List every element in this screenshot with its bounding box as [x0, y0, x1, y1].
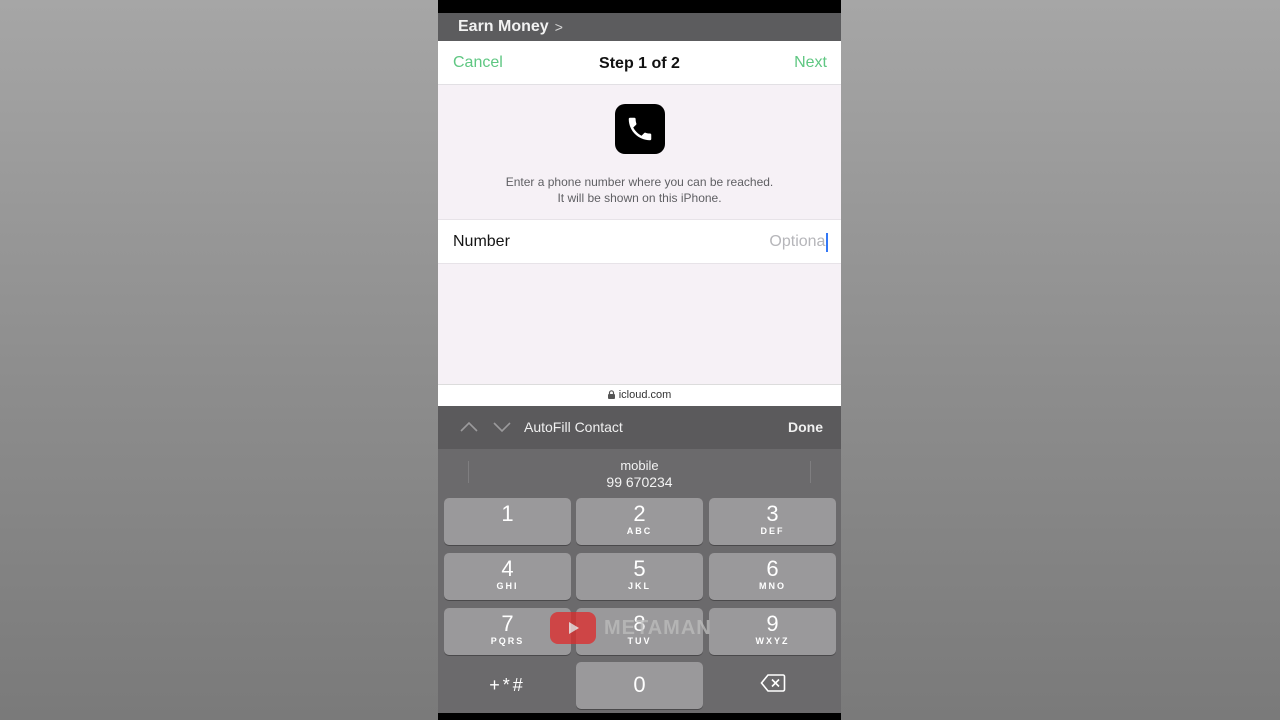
- key-letters: PQRS: [490, 636, 525, 646]
- key-digit: 4: [501, 556, 514, 581]
- key-digit: 6: [766, 556, 779, 581]
- number-input[interactable]: [689, 232, 829, 252]
- key-digit: 9: [766, 611, 779, 636]
- key-digit: 3: [766, 501, 779, 526]
- key-digit: 7: [501, 611, 514, 636]
- key-3[interactable]: 3 DEF: [709, 498, 836, 545]
- symbols-key[interactable]: +*#: [444, 662, 571, 709]
- key-7[interactable]: 7 PQRS: [444, 608, 571, 655]
- key-digit: 2: [633, 501, 646, 526]
- phone-icon: [615, 104, 665, 154]
- key-8[interactable]: 8 TUV: [576, 608, 703, 655]
- backspace-icon: [759, 673, 786, 698]
- key-1[interactable]: 1: [444, 498, 571, 545]
- numeric-keyboard: mobile 99 670234 1 2 ABC 3 DEF 4 GHI 5 J…: [438, 449, 841, 713]
- key-digit: 8: [633, 611, 646, 636]
- key-0[interactable]: 0: [576, 662, 703, 709]
- key-digit: 0: [633, 672, 646, 697]
- url-bar[interactable]: icloud.com: [438, 384, 841, 406]
- keyboard-accessory-bar: AutoFill Contact Done: [438, 406, 841, 449]
- autofill-contact-button[interactable]: AutoFill Contact: [524, 406, 623, 449]
- lock-icon: [607, 386, 615, 407]
- url-domain: icloud.com: [618, 389, 672, 401]
- number-label: Number: [453, 233, 510, 250]
- description-line-2: It will be shown on this iPhone.: [557, 191, 722, 205]
- key-letters: DEF: [760, 526, 785, 536]
- key-5[interactable]: 5 JKL: [576, 553, 703, 600]
- key-digit: 5: [633, 556, 646, 581]
- backspace-key[interactable]: [709, 662, 836, 709]
- bottom-strip: [438, 713, 841, 720]
- top-bar[interactable]: Earn Money >: [438, 13, 841, 41]
- key-letters: MNO: [759, 581, 786, 591]
- key-letters: TUV: [627, 636, 652, 646]
- key-2[interactable]: 2 ABC: [576, 498, 703, 545]
- autofill-suggestion[interactable]: mobile 99 670234: [468, 459, 811, 491]
- suggestion-value: 99 670234: [606, 474, 673, 490]
- description-text: Enter a phone number where you can be re…: [438, 174, 841, 206]
- chevron-up-icon[interactable]: [459, 420, 479, 439]
- chevron-down-icon[interactable]: [492, 420, 512, 439]
- navigation-bar: Step 1 of 2 Cancel Next: [438, 41, 841, 85]
- next-button[interactable]: Next: [794, 41, 827, 85]
- top-bar-title: Earn Money: [458, 18, 549, 35]
- done-button[interactable]: Done: [788, 406, 823, 449]
- cancel-button[interactable]: Cancel: [453, 41, 503, 85]
- phone-screen: Earn Money > Step 1 of 2 Cancel Next Ent…: [438, 0, 841, 720]
- key-letters: JKL: [627, 581, 651, 591]
- key-letters: GHI: [496, 581, 519, 591]
- key-9[interactable]: 9 WXYZ: [709, 608, 836, 655]
- number-row[interactable]: Number: [438, 219, 841, 264]
- key-digit: 1: [501, 501, 514, 526]
- form-content: Enter a phone number where you can be re…: [438, 85, 841, 385]
- chevron-right-icon: >: [554, 19, 563, 35]
- key-6[interactable]: 6 MNO: [709, 553, 836, 600]
- key-letters: ABC: [626, 526, 653, 536]
- key-letters: WXYZ: [755, 636, 790, 646]
- text-caret: [826, 233, 828, 252]
- description-line-1: Enter a phone number where you can be re…: [505, 175, 774, 189]
- suggestion-label: mobile: [620, 458, 659, 473]
- key-4[interactable]: 4 GHI: [444, 553, 571, 600]
